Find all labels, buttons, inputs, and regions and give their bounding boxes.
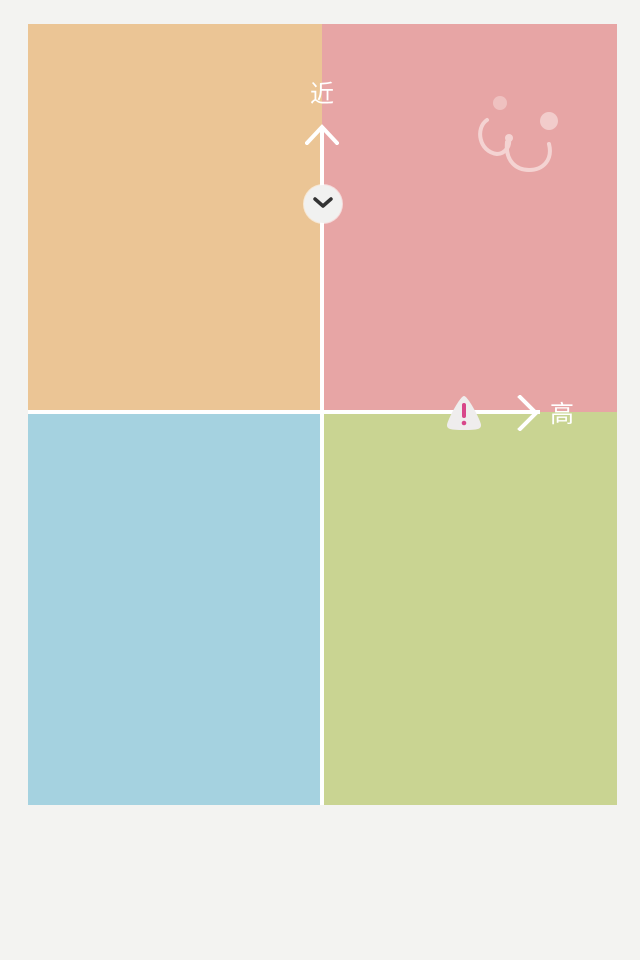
- quadrant-top-right[interactable]: [322, 24, 617, 412]
- vertical-axis-label: 近: [310, 80, 334, 108]
- toggle-button[interactable]: [304, 185, 342, 223]
- horizontal-axis-label: 高: [550, 400, 574, 428]
- vertical-axis: [320, 126, 324, 805]
- face-doodle-icon: [478, 96, 558, 173]
- quadrant-bottom-right[interactable]: [322, 412, 617, 805]
- warning-icon[interactable]: [445, 393, 483, 431]
- arrow-right-icon: [517, 395, 539, 431]
- priority-matrix: 近 高: [28, 24, 617, 805]
- arrow-up-icon: [305, 124, 339, 145]
- chevron-down-icon: [313, 197, 333, 208]
- quadrant-top-left[interactable]: [28, 24, 322, 412]
- quadrant-bottom-left[interactable]: [28, 412, 322, 805]
